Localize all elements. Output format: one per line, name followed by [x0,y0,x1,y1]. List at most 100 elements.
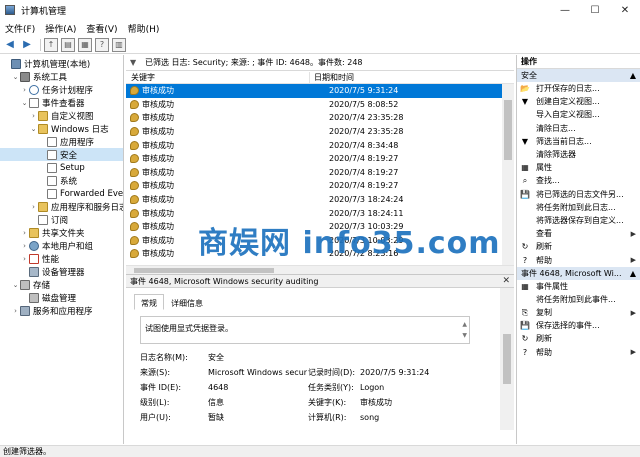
menu-file[interactable]: 文件(F) [0,22,40,35]
tree-node[interactable]: › 应用程序和服务日志 [0,200,123,213]
property-row: 来源(S): Microsoft Windows secur 记录时间(D): 202… [140,365,429,380]
event-row[interactable]: 审核成功 2020/7/5 9:31:24 [126,84,514,98]
event-row[interactable]: 审核成功 2020/7/4 8:34:48 [126,138,514,152]
action-item[interactable]: ? 帮助 ▶ [517,346,640,359]
tree-node[interactable]: 设备管理器 [0,265,123,278]
forward-arrow-icon[interactable]: ▶ [20,38,34,52]
show-hide-tree-icon[interactable]: ▤ [61,37,75,52]
tree-node[interactable]: ⌄ 存储 [0,278,123,291]
maximize-button[interactable]: ☐ [580,0,610,20]
tree-node[interactable]: › 性能 [0,252,123,265]
tree-node[interactable]: › 任务计划程序 [0,83,123,96]
actions-section-security[interactable]: 安全 ▲ [517,69,640,82]
expand-icon[interactable]: › [29,203,38,211]
tab-details[interactable]: 详细信息 [164,294,210,310]
expand-icon[interactable]: ⌄ [20,99,29,107]
up-folder-icon[interactable]: ↑ [44,37,58,52]
show-hide-action-pane-icon[interactable]: ▥ [112,37,126,52]
tree-node[interactable]: Setup [0,161,123,174]
tree-node[interactable]: 磁盘管理 [0,291,123,304]
action-item[interactable]: ↻ 刷新 [517,240,640,253]
expand-icon[interactable]: ⌄ [11,73,20,81]
help-icon[interactable]: ? [95,37,109,52]
tree-node[interactable]: › 自定义视图 [0,109,123,122]
event-description-text: 试图使用显式凭据登录。 [145,324,233,333]
menu-view[interactable]: 查看(V) [81,22,122,35]
tree-node[interactable]: ⌄ 系统工具 [0,70,123,83]
action-item[interactable]: 将任务附加到此日志... [517,201,640,214]
action-item[interactable]: ? 帮助 ▶ [517,253,640,266]
event-row[interactable]: 审核成功 2020/7/4 8:19:27 [126,179,514,193]
tree-node[interactable]: ⌄ 事件查看器 [0,96,123,109]
tree-node[interactable]: 计算机管理(本地) [0,57,123,70]
description-scroll-icon[interactable]: ▲ ▼ [462,319,467,341]
tree-node-label: 磁盘管理 [42,293,77,304]
event-row[interactable]: 审核成功 2020/7/4 8:19:27 [126,166,514,180]
action-item[interactable]: 清除日志... [517,122,640,135]
action-item[interactable]: 📂 打开保存的日志... [517,82,640,95]
action-item[interactable]: ⌕ 查找... [517,174,640,187]
column-datetime[interactable]: 日期和时间 [310,72,354,83]
collapse-up-icon[interactable]: ▲ [630,71,636,80]
action-item[interactable]: 将任务附加到此事件... [517,293,640,306]
tree-node-icon [20,279,30,290]
actions-section-event[interactable]: 事件 4648, Microsoft Wi... ▲ [517,266,640,280]
expand-icon[interactable]: ⌄ [29,125,38,133]
column-keyword[interactable]: 关键字 [126,71,310,83]
event-row[interactable]: 审核成功 2020/7/5 8:08:52 [126,98,514,112]
close-button[interactable]: ✕ [610,0,640,20]
action-item[interactable]: ▦ 属性 [517,161,640,174]
event-row[interactable]: 审核成功 2020/7/4 8:19:27 [126,152,514,166]
expand-icon[interactable]: › [11,307,20,315]
menu-action[interactable]: 操作(A) [40,22,81,35]
scrollbar-thumb[interactable] [504,100,512,160]
tree-node[interactable]: 订阅 [0,213,123,226]
tree-node[interactable]: 系统 [0,174,123,187]
property-label: 日志名称(M): [140,353,188,362]
action-item[interactable]: 导入自定义视图... [517,108,640,121]
tab-general[interactable]: 常规 [134,294,164,310]
expand-icon[interactable]: › [20,242,29,250]
action-item[interactable]: 💾 将已筛选的日志文件另... [517,188,640,201]
tree-node[interactable]: › 服务和应用程序 [0,304,123,317]
event-list-scrollbar[interactable] [502,84,514,265]
expand-icon[interactable]: ⌄ [11,281,20,289]
tree-node[interactable]: › 本地用户和组 [0,239,123,252]
hscrollbar-thumb[interactable] [134,268,274,273]
event-datetime: 2020/7/5 9:31:24 [329,86,399,96]
action-item[interactable]: 查看 ▶ [517,227,640,240]
action-item[interactable]: ⎘ 复制 ▶ [517,306,640,319]
action-item[interactable]: ▼ 创建自定义视图... [517,95,640,108]
tree-node[interactable]: 应用程序 [0,135,123,148]
action-item[interactable]: ▦ 事件属性 [517,280,640,293]
collapse-up-icon[interactable]: ▲ [630,269,636,278]
close-detail-button[interactable]: ✕ [502,276,510,286]
event-row[interactable]: 审核成功 2020/7/4 23:35:28 [126,125,514,139]
action-item[interactable]: 将筛选器保存到自定义... [517,214,640,227]
tree-node-icon [47,149,57,160]
detail-scrollbar-thumb[interactable] [503,334,511,384]
tree-node[interactable]: ⌄ Windows 日志 [0,122,123,135]
expand-icon[interactable]: › [20,86,29,94]
tree-node[interactable]: Forwarded Eve [0,187,123,200]
tree-node[interactable]: › 共享文件夹 [0,226,123,239]
back-arrow-icon[interactable]: ◀ [3,38,17,52]
action-item[interactable]: 💾 保存选择的事件... [517,319,640,332]
action-item[interactable]: ↻ 刷新 [517,332,640,345]
expand-icon[interactable]: › [20,255,29,263]
minimize-button[interactable]: — [550,0,580,20]
tree-node-label: 应用程序 [60,137,95,148]
audit-key-icon [130,113,139,123]
tree-node[interactable]: 安全 [0,148,123,161]
event-row[interactable]: 审核成功 2020/7/3 18:24:24 [126,193,514,207]
event-list-hscrollbar[interactable] [126,265,514,274]
action-item[interactable]: 清除筛选器 [517,148,640,161]
menu-help[interactable]: 帮助(H) [123,22,165,35]
expand-icon[interactable]: › [20,229,29,237]
properties-icon[interactable]: ▦ [78,37,92,52]
event-row[interactable]: 审核成功 2020/7/4 23:35:28 [126,111,514,125]
detail-scrollbar[interactable] [500,288,514,430]
expand-icon[interactable]: › [29,112,38,120]
property-value: 暂缺 [208,413,224,422]
action-item[interactable]: ▼ 筛选当前日志... [517,135,640,148]
